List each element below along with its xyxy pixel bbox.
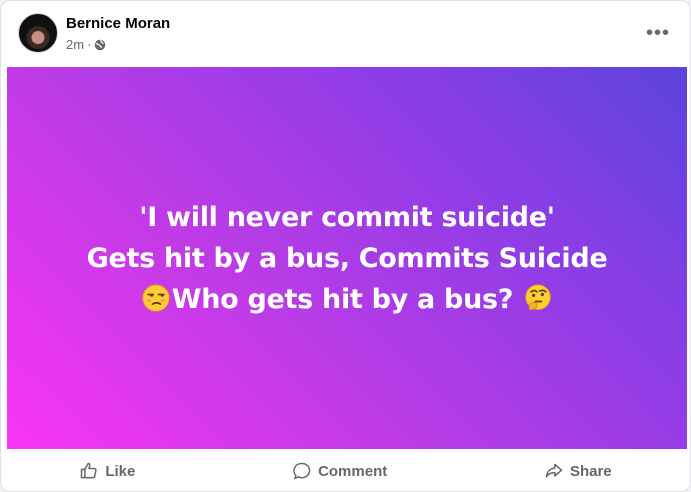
- post-line-2: Gets hit by a bus, Commits Suicide: [86, 242, 608, 274]
- post-header: Bernice Moran 2m · •••: [1, 1, 690, 67]
- like-button[interactable]: Like: [39, 455, 175, 487]
- author-name[interactable]: Bernice Moran: [66, 15, 170, 32]
- comment-button[interactable]: Comment: [252, 455, 427, 487]
- globe-icon[interactable]: [94, 39, 106, 51]
- post-line-1: 'I will never commit suicide': [139, 201, 555, 233]
- meta-separator: ·: [87, 37, 92, 52]
- like-label: Like: [105, 462, 136, 480]
- share-icon: [545, 463, 563, 478]
- comment-label: Comment: [318, 462, 388, 480]
- post-time[interactable]: 2m: [66, 37, 84, 52]
- post-meta: 2m ·: [66, 37, 106, 52]
- share-label: Share: [569, 462, 612, 480]
- post-line-3-wrap: Who gets hit by a bus?: [87, 279, 608, 320]
- thinking-face-icon: [525, 283, 551, 310]
- comment-icon: [293, 462, 311, 480]
- post-line-3: Who gets hit by a bus?: [171, 283, 514, 315]
- author-avatar[interactable]: [18, 13, 58, 53]
- share-button[interactable]: Share: [504, 455, 652, 487]
- like-icon: [81, 462, 98, 479]
- post-background: 'I will never commit suicide' Gets hit b…: [7, 67, 687, 449]
- post-card: Bernice Moran 2m · ••• 'I will never com…: [0, 0, 691, 492]
- post-actions: Like Comment Share: [1, 449, 690, 491]
- unamused-face-icon: [142, 283, 170, 312]
- more-options-icon[interactable]: •••: [644, 21, 672, 45]
- post-text: 'I will never commit suicide' Gets hit b…: [87, 197, 608, 320]
